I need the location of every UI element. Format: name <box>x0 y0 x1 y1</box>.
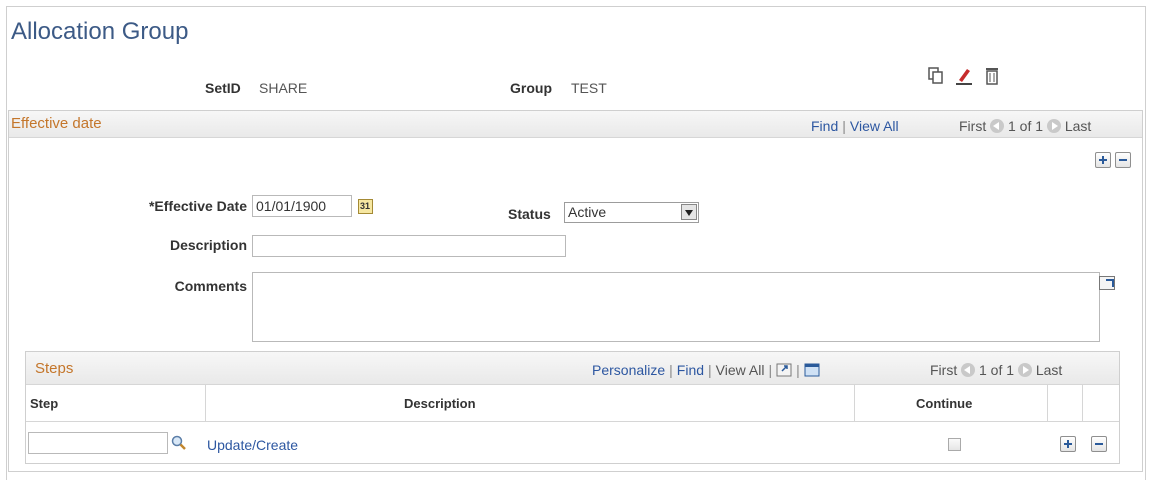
section-pager: First 1 of 1 Last <box>959 118 1091 134</box>
effective-date-field[interactable] <box>252 195 352 217</box>
status-value: Active <box>568 204 607 220</box>
section-header-bar: Effective date Find | View All First 1 of … <box>9 111 1142 138</box>
steps-grid: Steps Personalize | Find | View All | | First … <box>25 351 1120 464</box>
header-toolbar <box>928 67 1000 85</box>
section-title: Effective date <box>11 115 102 132</box>
section-nav: Find | View All <box>811 118 899 134</box>
grid-column-header: Step Description Continue <box>26 385 1119 422</box>
next-arrow-icon[interactable] <box>1046 119 1061 133</box>
copy-icon[interactable] <box>928 67 944 85</box>
calendar-icon[interactable] <box>358 199 373 214</box>
step-field[interactable] <box>28 432 168 454</box>
step-description-link[interactable]: Update/Create <box>207 437 298 453</box>
personalize-link[interactable]: Personalize <box>592 362 665 378</box>
grid-delete-row-button[interactable] <box>1091 436 1107 452</box>
last-label: Last <box>1064 118 1092 134</box>
grid-pager: First 1 of 1 Last <box>930 362 1062 378</box>
status-label: Status <box>508 206 551 222</box>
column-header-step: Step <box>30 396 59 411</box>
column-divider <box>205 385 206 422</box>
view-all-link[interactable]: View All <box>850 118 899 134</box>
column-divider <box>1047 385 1048 422</box>
chevron-down-icon[interactable] <box>681 204 697 220</box>
expand-icon[interactable] <box>1099 276 1115 290</box>
zoom-grid-icon[interactable] <box>776 363 792 377</box>
edit-icon[interactable] <box>956 67 972 85</box>
group-label: Group <box>510 80 552 96</box>
delete-row-button[interactable] <box>1115 152 1131 168</box>
description-field[interactable] <box>252 235 566 257</box>
grid-header-bar: Steps Personalize | Find | View All | | First … <box>26 352 1119 385</box>
grid-add-row-button[interactable] <box>1060 436 1076 452</box>
setid-label: SetID <box>205 80 241 96</box>
column-header-continue: Continue <box>916 396 973 411</box>
download-grid-icon[interactable] <box>804 363 820 377</box>
page-title: Allocation Group <box>11 18 189 45</box>
grid-row-counter: 1 of 1 <box>979 362 1015 378</box>
comments-textarea[interactable] <box>252 272 1100 342</box>
row-counter: 1 of 1 <box>1008 118 1044 134</box>
column-divider <box>1082 385 1083 422</box>
first-label: First <box>959 118 987 134</box>
description-label: Description <box>169 237 247 253</box>
group-value: TEST <box>571 80 607 96</box>
search-icon[interactable] <box>171 435 187 451</box>
previous-arrow-icon[interactable] <box>990 119 1005 133</box>
setid-value: SHARE <box>259 80 308 96</box>
continue-checkbox[interactable] <box>948 438 961 451</box>
grid-previous-arrow-icon[interactable] <box>961 363 976 377</box>
column-divider <box>854 385 855 422</box>
find-link[interactable]: Find <box>811 118 838 134</box>
grid-first-label: First <box>930 362 958 378</box>
grid-find-link[interactable]: Find <box>677 362 704 378</box>
grid-title: Steps <box>35 360 74 377</box>
grid-view-all-link[interactable]: View All <box>716 362 765 378</box>
status-select[interactable]: Active <box>564 202 699 223</box>
column-header-description: Description <box>404 396 476 411</box>
add-row-button[interactable] <box>1095 152 1111 168</box>
comments-label: Comments <box>174 278 247 294</box>
effective-date-label: *Effective Date <box>148 198 247 214</box>
grid-last-label: Last <box>1035 362 1063 378</box>
grid-next-arrow-icon[interactable] <box>1017 363 1032 377</box>
delete-icon[interactable] <box>984 67 1000 85</box>
grid-nav: Personalize | Find | View All | | <box>592 362 820 378</box>
